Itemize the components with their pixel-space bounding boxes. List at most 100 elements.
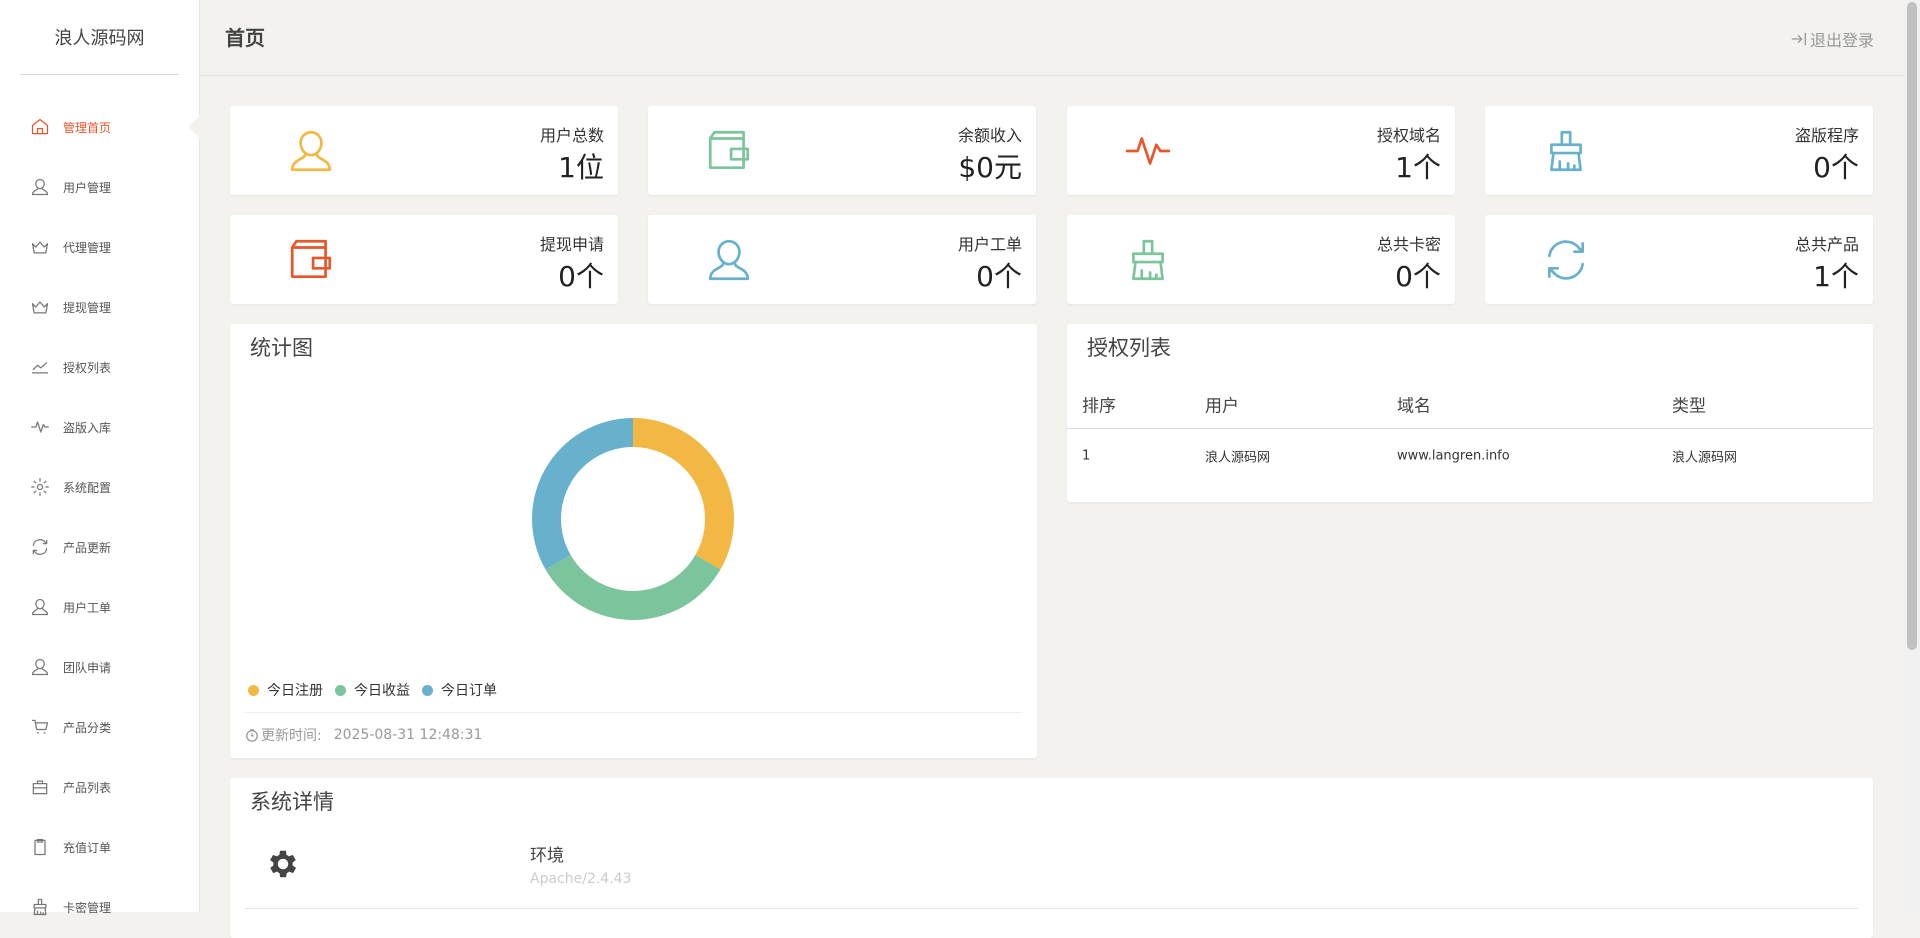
stat-value: 0个 (558, 260, 604, 293)
stat-value: $0元 (958, 151, 1022, 184)
auth-list-panel: 授权列表 排序 用户 域名 类型 1 浪人源码网 www.langren.info 浪人源码网 (1067, 324, 1873, 502)
donut-slice-0[interactable] (633, 418, 734, 570)
legend-item[interactable]: 今日注册 (248, 680, 323, 700)
divider (245, 908, 1858, 909)
stat-card[interactable]: 总共卡密 0个 (1067, 215, 1455, 304)
chart-panel: 统计图 今日注册 今日收益 今日订单 更新时间: 2025-08-31 12:48:… (230, 324, 1037, 758)
sidebar-item-12[interactable]: 充值订单 (0, 817, 199, 877)
logout-icon (1791, 32, 1806, 46)
sidebar-item-label: 盗版入库 (63, 420, 112, 435)
legend-item[interactable]: 今日收益 (335, 680, 410, 700)
refresh-icon (1547, 240, 1585, 280)
stat-label: 提现申请 (539, 235, 604, 254)
user-icon (31, 658, 49, 676)
wallet-icon (290, 239, 332, 279)
table-row[interactable]: 1 浪人源码网 www.langren.info 浪人源码网 (1067, 429, 1873, 483)
brush-icon (1550, 130, 1582, 172)
brand-title[interactable]: 浪人源码网 (20, 0, 179, 75)
table-cell: 浪人源码网 (1205, 450, 1271, 466)
sidebar-item-1[interactable]: 用户管理 (0, 157, 199, 217)
sidebar-item-2[interactable]: 代理管理 (0, 217, 199, 277)
legend-item[interactable]: 今日订单 (422, 680, 497, 700)
sidebar-item-label: 产品更新 (63, 540, 112, 555)
donut-slice-1[interactable] (545, 555, 721, 620)
crown-icon (31, 301, 49, 314)
sidebar-item-label: 系统配置 (63, 480, 112, 495)
sidebar-item-10[interactable]: 产品分类 (0, 697, 199, 757)
auth-panel-title: 授权列表 (1087, 336, 1171, 360)
stat-value: 0个 (1813, 151, 1859, 184)
sidebar-item-0[interactable]: 管理首页 (0, 97, 200, 157)
stat-label: 授权域名 (1376, 126, 1441, 145)
scrollbar-thumb[interactable] (1907, 2, 1917, 650)
sidebar-item-9[interactable]: 团队申请 (0, 637, 199, 697)
column-header: 排序 (1082, 396, 1116, 416)
sidebar-item-6[interactable]: 系统配置 (0, 457, 199, 517)
trend-icon (31, 362, 49, 374)
sidebar-item-label: 用户工单 (63, 600, 112, 615)
sidebar-item-label: 代理管理 (63, 240, 112, 255)
brush-icon (1132, 239, 1164, 281)
stat-label: 用户总数 (539, 126, 604, 145)
user-icon (708, 239, 750, 281)
chart-legend: 今日注册 今日收益 今日订单 (248, 680, 509, 700)
gear-icon (31, 478, 49, 496)
donut-chart (532, 418, 734, 620)
stat-label: 用户工单 (957, 235, 1022, 254)
stat-card[interactable]: 提现申请 0个 (230, 215, 618, 304)
wallet-icon (708, 130, 750, 170)
scrollbar[interactable] (1903, 0, 1920, 912)
sidebar-item-label: 授权列表 (63, 360, 112, 375)
refresh-icon (32, 539, 48, 555)
sidebar-item-label: 产品列表 (63, 780, 112, 795)
sidebar-item-13[interactable]: 卡密管理 (0, 877, 199, 937)
sidebar-item-label: 提现管理 (63, 300, 112, 315)
stat-value: 0个 (976, 260, 1022, 293)
stat-card[interactable]: 总共产品 1个 (1485, 215, 1873, 304)
pulse-icon (1125, 137, 1171, 165)
stat-label: 总共卡密 (1376, 235, 1441, 254)
page-title: 首页 (225, 26, 265, 50)
table-cell: www.langren.info (1397, 448, 1510, 464)
sidebar-nav: 管理首页 用户管理代理管理提现管理授权列表盗版入库系统配置产品更新用户工单团队申请… (0, 97, 200, 937)
logout-label: 退出登录 (1809, 31, 1874, 50)
legend-dot (248, 684, 259, 696)
stat-card[interactable]: 授权域名 1个 (1067, 106, 1455, 195)
sidebar-item-11[interactable]: 产品列表 (0, 757, 199, 817)
stat-value: 1位 (558, 151, 604, 184)
gear-icon (270, 850, 297, 878)
sidebar-item-8[interactable]: 用户工单 (0, 577, 199, 637)
user-icon (31, 178, 49, 196)
clipboard-icon (34, 838, 46, 856)
sidebar-item-5[interactable]: 盗版入库 (0, 397, 199, 457)
logout-button[interactable]: 退出登录 (1790, 27, 1874, 51)
stat-card[interactable]: 用户总数 1位 (230, 106, 618, 195)
stat-card[interactable]: 余额收入 $0元 (648, 106, 1036, 195)
table-header: 排序 用户 域名 类型 (1067, 379, 1873, 429)
auth-table: 排序 用户 域名 类型 1 浪人源码网 www.langren.info 浪人源码网 (1067, 379, 1873, 483)
sidebar-item-4[interactable]: 授权列表 (0, 337, 199, 397)
table-cell: 浪人源码网 (1672, 450, 1738, 466)
cart-icon (31, 719, 49, 734)
chart-update-info: 更新时间: 2025-08-31 12:48:31 (245, 712, 1022, 745)
stat-card[interactable]: 盗版程序 0个 (1485, 106, 1873, 195)
sidebar-item-label: 充值订单 (63, 840, 112, 855)
user-icon (31, 598, 49, 616)
top-bar: 首页 退出登录 (200, 0, 1920, 76)
sidebar-item-3[interactable]: 提现管理 (0, 277, 199, 337)
stat-value: 0个 (1395, 260, 1441, 293)
brush-icon (33, 898, 47, 916)
crown-icon (31, 241, 49, 254)
sidebar-item-7[interactable]: 产品更新 (0, 517, 199, 577)
sidebar-item-label: 卡密管理 (63, 900, 112, 915)
stat-card[interactable]: 用户工单 0个 (648, 215, 1036, 304)
legend-dot (335, 684, 346, 696)
column-header: 类型 (1672, 396, 1706, 416)
donut-slice-2[interactable] (532, 418, 633, 570)
legend-label: 今日订单 (441, 683, 497, 699)
stat-label: 余额收入 (957, 126, 1022, 145)
sidebar-item-label: 团队申请 (63, 660, 112, 675)
home-icon (31, 118, 49, 135)
sidebar-item-label: 产品分类 (63, 720, 112, 735)
user-icon (290, 130, 332, 172)
